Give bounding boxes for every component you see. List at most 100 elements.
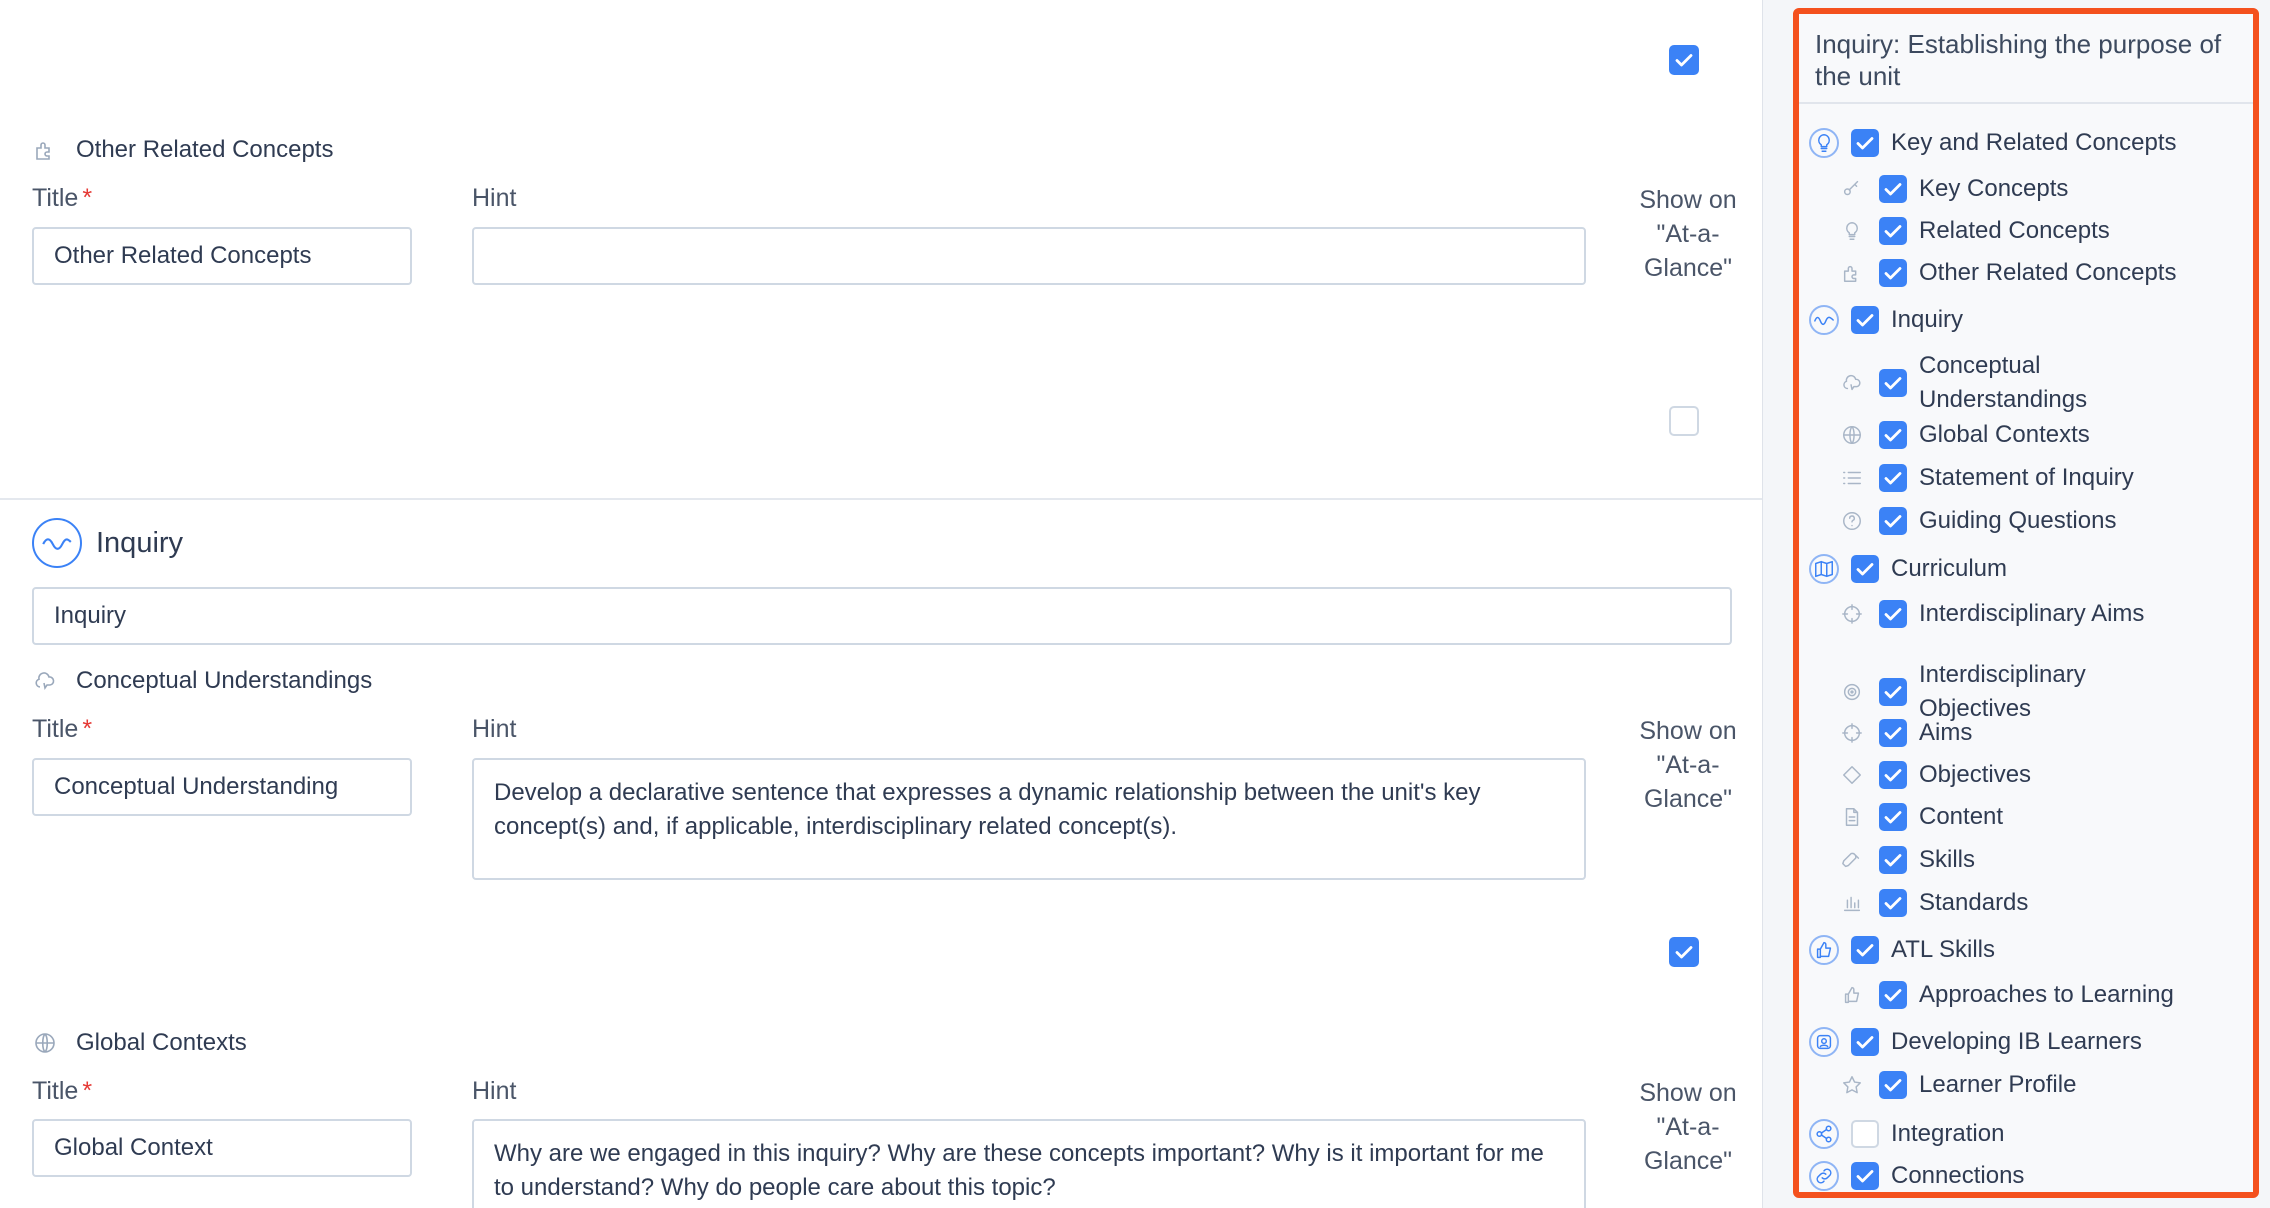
outline-item-label: Standards	[1919, 889, 2029, 916]
puzzle-icon	[1837, 258, 1867, 288]
outline-item[interactable]: Related Concepts	[1837, 214, 2110, 248]
title-label: Title *	[32, 715, 93, 743]
hint-label: Hint	[472, 1077, 517, 1105]
hint-textarea[interactable]: Develop a declarative sentence that expr…	[472, 758, 1586, 880]
outline-item-checkbox[interactable]	[1879, 761, 1907, 789]
outline-item-checkbox[interactable]	[1851, 936, 1879, 964]
outline-item-label: Inquiry	[1891, 306, 1964, 333]
outline-item-checkbox[interactable]	[1879, 981, 1907, 1009]
outline-item-checkbox[interactable]	[1879, 803, 1907, 831]
global-contexts-heading: Global Contexts	[32, 1029, 247, 1057]
outline-item-label: Conceptual Understandings	[1919, 352, 2088, 413]
outline-item[interactable]: Inquiry	[1809, 303, 1963, 337]
outline-item-checkbox[interactable]	[1879, 678, 1907, 706]
outline-item-label: ATL Skills	[1891, 936, 1996, 963]
show-at-a-glance-checkbox[interactable]	[1669, 45, 1699, 75]
diamond-icon	[1837, 760, 1867, 790]
show-at-a-glance-label: Show on "At-a-Glance"	[1639, 186, 1737, 282]
outline-item-checkbox[interactable]	[1851, 1120, 1879, 1148]
link-icon	[1809, 1161, 1839, 1191]
section-divider	[0, 498, 1762, 500]
title-input[interactable]: Other Related Concepts	[32, 227, 412, 285]
outline-item-checkbox[interactable]	[1879, 507, 1907, 535]
title-label: Title *	[32, 1077, 93, 1105]
outline-item[interactable]: Key Concepts	[1837, 172, 2068, 206]
show-at-a-glance-checkbox[interactable]	[1669, 937, 1699, 967]
crosshair-icon	[1837, 599, 1867, 629]
sidebar: Inquiry: Establishing the purpose of the…	[1762, 0, 2270, 1208]
target-icon	[1837, 677, 1867, 707]
outline-item-checkbox[interactable]	[1879, 600, 1907, 628]
outline-item[interactable]: Content	[1837, 800, 2003, 834]
show-at-a-glance-checkbox[interactable]	[1669, 406, 1699, 436]
outline-item-label: Key Concepts	[1919, 175, 2069, 202]
outline-item-label: Aims	[1919, 719, 1973, 746]
outline-item-checkbox[interactable]	[1879, 846, 1907, 874]
outline-item-label: Related Concepts	[1919, 217, 2110, 244]
title-input[interactable]: Conceptual Understanding	[32, 758, 412, 816]
outline-item-checkbox[interactable]	[1879, 421, 1907, 449]
outline-item-checkbox[interactable]	[1851, 306, 1879, 334]
outline-item-checkbox[interactable]	[1851, 129, 1879, 157]
outline-item-label: Interdisciplinary Aims	[1919, 600, 2145, 627]
outline-item[interactable]: Objectives	[1837, 758, 2031, 792]
outline-item-label: Objectives	[1919, 761, 2032, 788]
brain-icon	[32, 668, 58, 694]
outline-item[interactable]: Connections	[1809, 1159, 2025, 1192]
outline-item-checkbox[interactable]	[1851, 1028, 1879, 1056]
outline-item-checkbox[interactable]	[1879, 464, 1907, 492]
other-related-concepts-heading: Other Related Concepts	[32, 136, 333, 164]
outline-item-label: Key and Related Concepts	[1891, 129, 2177, 156]
unit-planner-form: Other Related Concepts Title * Hint Other…	[0, 0, 1762, 1208]
outline-item[interactable]: Curriculum	[1809, 552, 2007, 586]
outline-item[interactable]: Standards	[1837, 886, 2028, 920]
outline-item-checkbox[interactable]	[1879, 889, 1907, 917]
outline-item[interactable]: Learner Profile	[1837, 1068, 2076, 1102]
title-label: Title *	[32, 184, 93, 212]
outline-item[interactable]: Global Contexts	[1837, 418, 2090, 452]
outline-item[interactable]: ATL Skills	[1809, 933, 1995, 967]
inquiry-name-input[interactable]: Inquiry	[32, 587, 1732, 645]
hint-label: Hint	[472, 715, 517, 743]
outline-item-checkbox[interactable]	[1879, 1071, 1907, 1099]
outline-item[interactable]: Approaches to Learning	[1837, 978, 2174, 1012]
lightbulb-icon	[1809, 128, 1839, 158]
outline-item[interactable]: Integration	[1809, 1117, 2004, 1151]
conceptual-understandings-heading: Conceptual Understandings	[32, 667, 372, 695]
outline-item-checkbox[interactable]	[1879, 719, 1907, 747]
outline-item-checkbox[interactable]	[1851, 555, 1879, 583]
outline-item[interactable]: Other Related Concepts	[1837, 256, 2176, 290]
outline-item-label: Integration	[1891, 1120, 2005, 1147]
outline-item[interactable]: Statement of Inquiry	[1837, 461, 2134, 495]
panel-title: Inquiry: Establishing the purpose of the…	[1799, 14, 2253, 104]
outline-item[interactable]: Interdisciplinary Aims	[1837, 597, 2144, 631]
outline-item[interactable]: Aims	[1837, 716, 1972, 750]
outline-item[interactable]: Developing IB Learners	[1809, 1025, 2142, 1059]
outline-item[interactable]: Guiding Questions	[1837, 504, 2116, 538]
unit-outline-panel: Inquiry: Establishing the purpose of the…	[1793, 8, 2259, 1198]
outline-item[interactable]: Skills	[1837, 843, 1975, 877]
outline-item-checkbox[interactable]	[1879, 217, 1907, 245]
outline-item[interactable]: Key and Related Concepts	[1809, 126, 2177, 160]
outline-item-label: Learner Profile	[1919, 1071, 2077, 1098]
outline-item-label: Connections	[1891, 1162, 2025, 1189]
outline-item-label: Curriculum	[1891, 555, 2008, 582]
outline-item-checkbox[interactable]	[1851, 1162, 1879, 1190]
outline-item[interactable]: Conceptual Understandings	[1837, 348, 2119, 418]
document-icon	[1837, 802, 1867, 832]
title-input[interactable]: Global Context	[32, 1119, 412, 1177]
globe-icon	[32, 1030, 58, 1056]
hint-textarea[interactable]: Why are we engaged in this inquiry? Why …	[472, 1119, 1586, 1208]
outline-item-label: Global Contexts	[1919, 421, 2090, 448]
share-icon	[1809, 1119, 1839, 1149]
outline-item-checkbox[interactable]	[1879, 259, 1907, 287]
thumbs-icon	[1837, 980, 1867, 1010]
outline-item-checkbox[interactable]	[1879, 175, 1907, 203]
outline-item-label: Approaches to Learning	[1919, 981, 2174, 1008]
show-at-a-glance-label: Show on "At-a-Glance"	[1639, 1079, 1737, 1175]
map-icon	[1809, 554, 1839, 584]
outline-item-label: Content	[1919, 803, 2004, 830]
outline-item-checkbox[interactable]	[1879, 369, 1907, 397]
outline-item-label: Developing IB Learners	[1891, 1028, 2142, 1055]
hint-input[interactable]	[472, 227, 1586, 285]
